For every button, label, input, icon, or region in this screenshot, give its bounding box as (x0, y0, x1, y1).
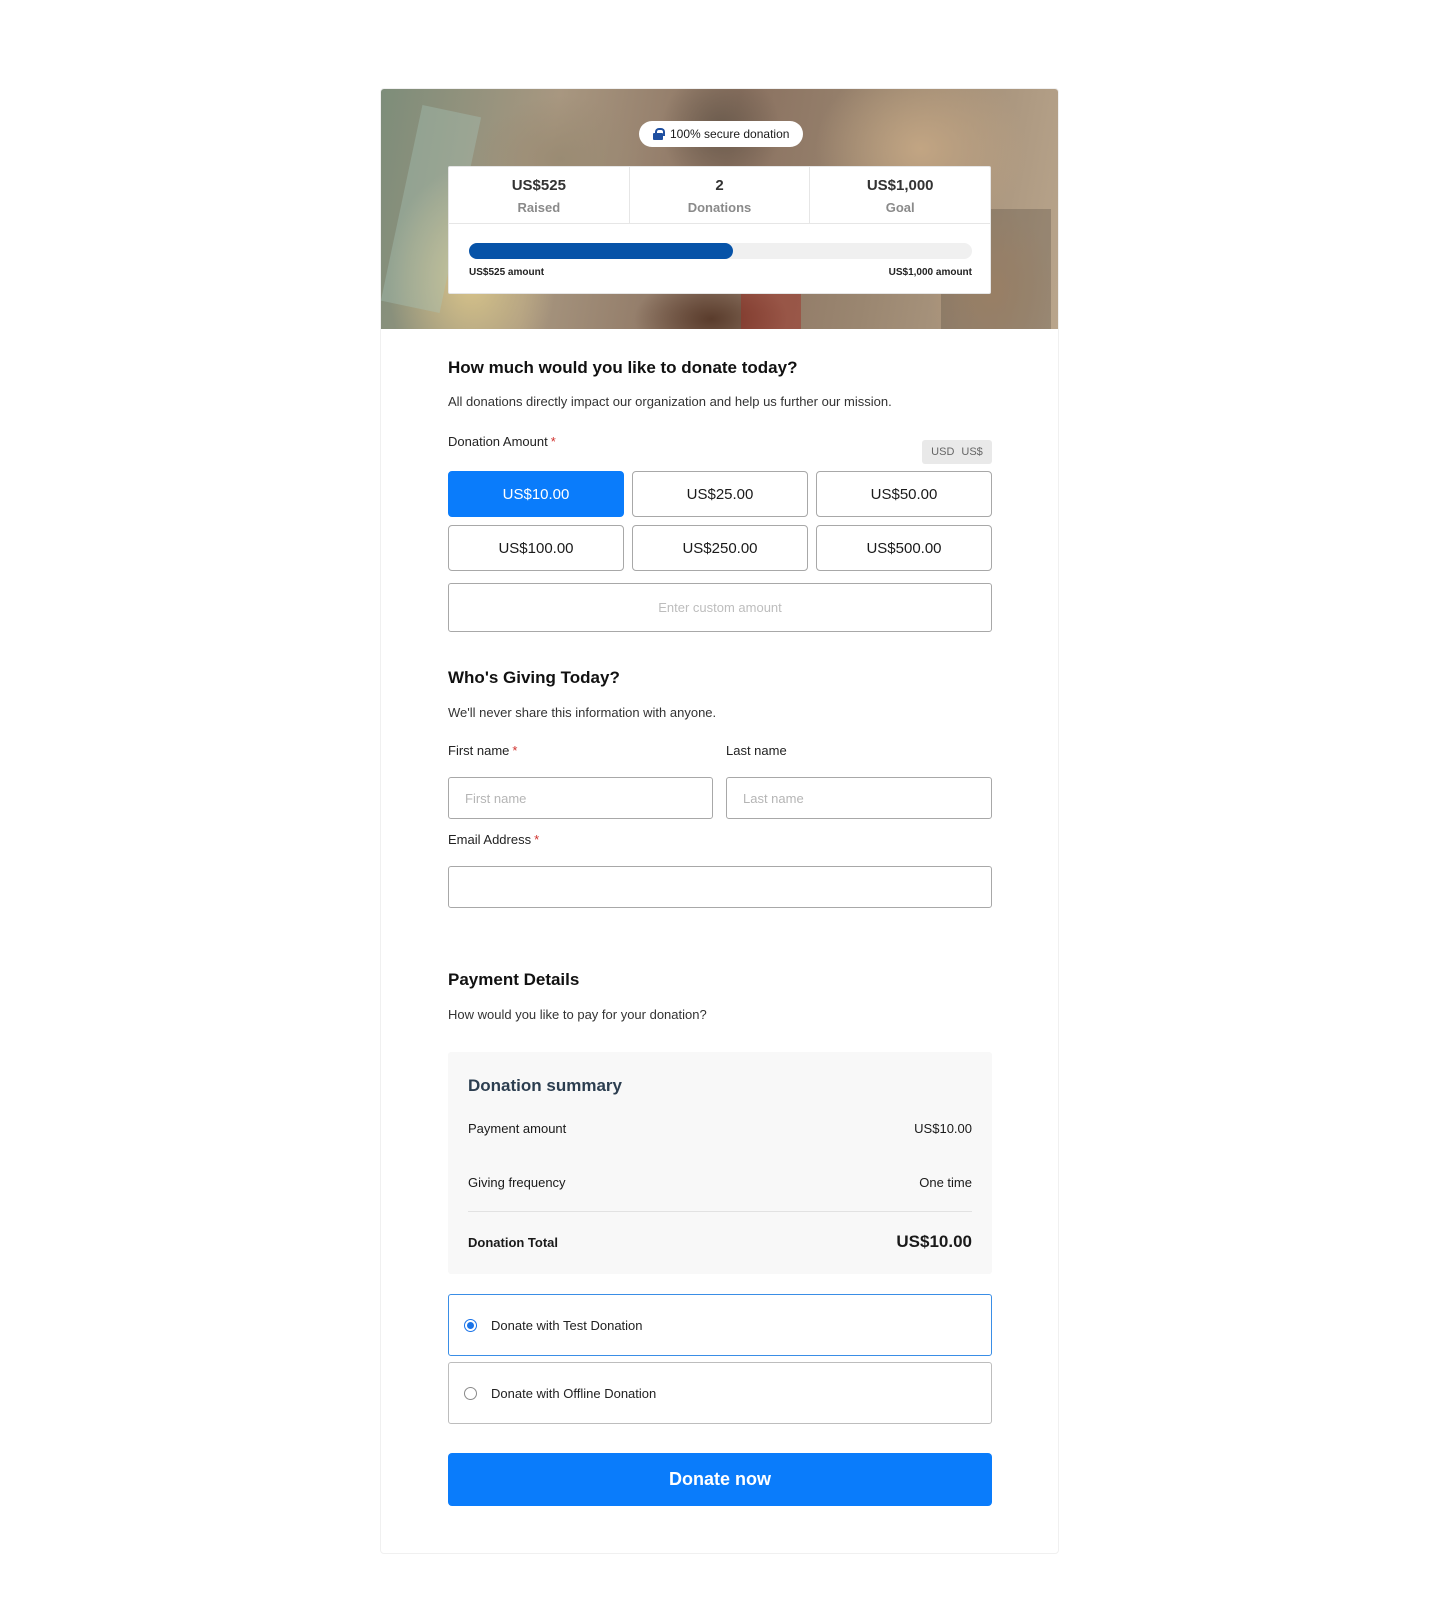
payment-amount-value: US$10.00 (914, 1121, 972, 1136)
secure-badge-label: 100% secure donation (670, 127, 790, 141)
total-value: US$10.00 (896, 1232, 972, 1251)
total-label: Donation Total (468, 1234, 559, 1250)
lock-icon (653, 128, 665, 140)
email-label: Email Address * (448, 832, 539, 847)
payment-section-title: Payment Details (448, 970, 580, 989)
donate-now-button[interactable]: Donate now (448, 1453, 992, 1506)
donation-form-card: 100% secure donation US$525 Raised 2 Don… (380, 88, 1059, 1554)
summary-frequency-row: Giving frequency One time (468, 1175, 972, 1190)
currency-code: USD (931, 446, 955, 458)
amount-option-10[interactable]: US$10.00 (448, 471, 624, 517)
currency-selector[interactable]: USD US$ (922, 440, 992, 464)
amount-option-50[interactable]: US$50.00 (816, 471, 992, 517)
payment-option-test-donation[interactable]: Donate with Test Donation (448, 1294, 992, 1356)
last-name-input[interactable] (726, 777, 992, 819)
required-asterisk: * (512, 743, 518, 758)
summary-divider (468, 1211, 972, 1212)
amount-option-100[interactable]: US$100.00 (448, 525, 624, 571)
stat-raised: US$525 Raised (449, 167, 630, 223)
progress-raised-label: US$525 amount (469, 267, 545, 278)
frequency-value: One time (919, 1175, 972, 1190)
stat-raised-label: Raised (517, 200, 561, 215)
progress-goal-label: US$1,000 amount (888, 267, 972, 278)
payment-option-label: Donate with Test Donation (491, 1317, 643, 1333)
first-name-label-text: First name (448, 743, 510, 758)
amount-section-subtitle: All donations directly impact our organi… (448, 394, 892, 409)
radio-selected-icon[interactable] (464, 1318, 477, 1332)
amount-section-title: How much would you like to donate today? (448, 358, 798, 377)
required-asterisk: * (534, 832, 540, 847)
stat-goal-label: Goal (885, 200, 915, 215)
stat-goal-value: US$1,000 (866, 177, 934, 194)
radio-unselected-icon[interactable] (464, 1386, 477, 1400)
amount-option-250[interactable]: US$250.00 (632, 525, 808, 571)
stat-donations-label: Donations (687, 200, 752, 215)
first-name-input[interactable] (448, 777, 713, 819)
payment-amount-label: Payment amount (468, 1121, 567, 1136)
secure-donation-badge: 100% secure donation (639, 121, 804, 147)
amount-option-25[interactable]: US$25.00 (632, 471, 808, 517)
stat-donations: 2 Donations (630, 167, 811, 223)
donor-section-title: Who's Giving Today? (448, 668, 620, 687)
summary-payment-amount-row: Payment amount US$10.00 (468, 1121, 972, 1136)
donation-amount-label-text: Donation Amount (448, 434, 548, 449)
donation-amount-label: Donation Amount * (448, 434, 556, 449)
last-name-label: Last name (726, 743, 787, 758)
amount-option-500[interactable]: US$500.00 (816, 525, 992, 571)
donation-summary: Donation summary Payment amount US$10.00… (448, 1052, 992, 1274)
summary-total-row: Donation Total US$10.00 (468, 1232, 972, 1252)
currency-symbol: US$ (961, 446, 983, 458)
goal-progress-fill (469, 243, 734, 259)
donor-section-subtitle: We'll never share this information with … (448, 705, 717, 720)
email-label-text: Email Address (448, 832, 532, 847)
fundraising-stats: US$525 Raised 2 Donations US$1,000 Goal … (448, 166, 991, 294)
stat-goal: US$1,000 Goal (810, 167, 990, 223)
custom-amount-input[interactable] (448, 583, 992, 632)
payment-option-label: Donate with Offline Donation (491, 1385, 657, 1401)
email-input[interactable] (448, 866, 992, 908)
stat-donations-value: 2 (715, 177, 724, 194)
first-name-label: First name * (448, 743, 517, 758)
goal-progress-bar (469, 243, 972, 259)
stat-raised-value: US$525 (511, 177, 566, 194)
frequency-label: Giving frequency (468, 1175, 566, 1190)
payment-section-subtitle: How would you like to pay for your donat… (448, 1007, 707, 1022)
payment-option-offline-donation[interactable]: Donate with Offline Donation (448, 1362, 992, 1424)
summary-title: Donation summary (468, 1076, 622, 1095)
required-asterisk: * (550, 434, 556, 449)
hero-image: 100% secure donation US$525 Raised 2 Don… (381, 89, 1058, 329)
